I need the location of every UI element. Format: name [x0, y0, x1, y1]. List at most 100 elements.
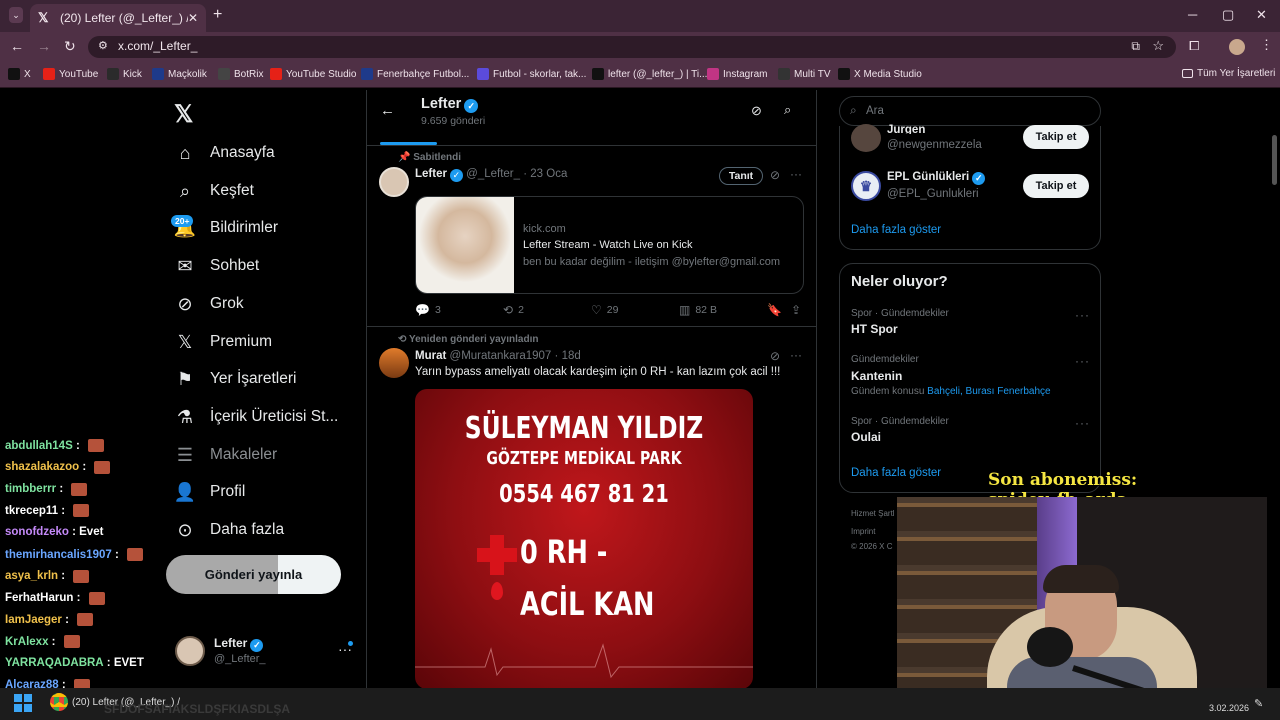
back-icon[interactable]: ← — [380, 102, 395, 119]
trend-more-icon[interactable]: ··· — [1075, 308, 1090, 322]
bookmark-item[interactable]: Fenerbahçe Futbol... — [361, 68, 469, 80]
search-icon[interactable]: ⌕ — [784, 102, 791, 118]
grok-explain-icon[interactable]: ⊘ — [770, 168, 780, 182]
share-action[interactable]: ⇪ — [791, 303, 806, 317]
follow-button[interactable]: Takip et — [1023, 174, 1089, 198]
youtube-icon — [43, 68, 55, 80]
nav-item-bookmark[interactable]: ⚑ Yer İşaretleri — [174, 368, 297, 390]
grok-icon[interactable]: ⊘ — [751, 103, 762, 119]
trend-name[interactable]: Oulai — [851, 430, 881, 444]
bookmark-item[interactable]: YouTube — [43, 68, 98, 80]
bookmark-item[interactable]: Multi TV — [778, 68, 831, 80]
bookmark-item[interactable]: X Media Studio — [838, 68, 922, 80]
nav-item-grok[interactable]: ⊘ Grok — [174, 293, 243, 315]
trend-name[interactable]: HT Spor — [851, 322, 898, 336]
profile-avatar[interactable] — [1229, 39, 1245, 55]
tab-close-icon[interactable]: ✕ — [188, 11, 198, 25]
search-box[interactable]: ⌕ Ara — [839, 96, 1101, 126]
show-more-link[interactable]: Daha fazla göster — [851, 467, 941, 479]
chat-separator: : — [103, 657, 114, 669]
all-bookmarks[interactable]: Tüm Yer İşaretleri — [1182, 68, 1275, 79]
nav-item-mail[interactable]: ✉ Sohbet — [174, 255, 259, 277]
trend-more-icon[interactable]: ··· — [1075, 354, 1090, 368]
promote-button[interactable]: Tanıt — [719, 167, 763, 185]
post-button[interactable]: Gönderi yayınla — [166, 555, 341, 594]
nav-item-more[interactable]: ⊙ Daha fazla — [174, 519, 284, 541]
chat-message: shazalakazoo : — [5, 460, 111, 474]
maximize-button[interactable]: ▢ — [1222, 7, 1234, 23]
bookmark-item[interactable]: lefter (@_lefter_) | Ti... — [592, 68, 707, 80]
forward-arrow-icon[interactable]: → — [37, 38, 51, 54]
bookmark-item[interactable]: Maçkolik — [152, 68, 207, 80]
chat-separator: : — [58, 504, 69, 517]
footer-imprint[interactable]: Imprint — [851, 527, 875, 536]
tweet-date[interactable]: · 23 Oca — [523, 168, 567, 180]
close-window-button[interactable]: ✕ — [1256, 7, 1267, 23]
trend-more-icon[interactable]: ··· — [1075, 416, 1090, 430]
epl-logo-icon[interactable]: ♛ — [851, 171, 881, 201]
bookmark-item[interactable]: Instagram — [707, 68, 767, 80]
trend-name[interactable]: Kantenin — [851, 369, 902, 383]
nav-item-flask[interactable]: ⚗ İçerik Üreticisi St... — [174, 406, 338, 428]
page-scrollbar[interactable] — [1272, 135, 1277, 185]
bookmark-item[interactable]: Futbol - skorlar, tak... — [477, 68, 586, 80]
bookmark-item[interactable]: BotRix — [218, 68, 263, 80]
site-info-icon[interactable]: ⚙ — [98, 39, 108, 52]
tweet-handle[interactable]: @Muratankara1907 — [450, 350, 552, 362]
tweet-more-icon[interactable]: ··· — [790, 348, 802, 362]
minimize-button[interactable]: ─ — [1188, 7, 1197, 22]
reload-icon[interactable]: ↻ — [64, 38, 76, 55]
bookmark-item[interactable]: Kick — [107, 68, 142, 80]
extensions-icon[interactable]: ⧠ — [1189, 38, 1199, 54]
views-action[interactable]: ▥ 82 B — [679, 303, 717, 317]
repost-action[interactable]: ⟲ 2 — [503, 303, 524, 317]
address-bar[interactable]: ⚙ x.com/_Lefter_ ⧉ ☆ — [88, 36, 1176, 58]
tweet-more-icon[interactable]: ··· — [790, 167, 802, 181]
link-card[interactable]: kick.com Lefter Stream - Watch Live on K… — [415, 196, 804, 294]
tweet-header: Murat @Muratankara1907 · 18d — [415, 350, 581, 362]
tab-search-button[interactable]: ⌄ — [9, 7, 23, 23]
bookmark-star-icon[interactable]: ☆ — [1152, 38, 1164, 54]
new-tab-button[interactable]: + — [213, 6, 222, 24]
follow-button[interactable]: Takip et — [1023, 125, 1089, 149]
x-logo-icon[interactable]: 𝕏 — [174, 100, 193, 129]
chat-message: FerhatHarun : — [5, 591, 105, 605]
folder-icon — [1182, 69, 1193, 78]
back-arrow-icon[interactable]: ← — [10, 38, 24, 54]
grok-explain-icon[interactable]: ⊘ — [770, 349, 780, 363]
install-app-icon[interactable]: ⧉ — [1131, 39, 1140, 54]
bookmark-item[interactable]: X — [8, 68, 31, 80]
bookmark-item[interactable]: YouTube Studio — [270, 68, 356, 80]
bookmark-action[interactable]: 🔖 — [767, 303, 787, 317]
reply-action[interactable]: 💬 3 — [415, 303, 441, 317]
overlay-ticker: SFDOFSAFIAKSLDŞFKIASDLŞA — [104, 702, 290, 716]
nav-item-person[interactable]: 👤 Profil — [174, 481, 246, 503]
nav-item-home[interactable]: ⌂ Anasayfa — [174, 142, 275, 164]
follow-name[interactable]: Jurgen — [887, 124, 925, 134]
follow-handle[interactable]: @EPL_Gunlukleri — [887, 188, 979, 200]
footer-terms[interactable]: Hizmet Şartl — [851, 509, 895, 518]
tweet-avatar[interactable] — [379, 348, 409, 378]
follow-handle[interactable]: @newgenmezzela — [887, 139, 982, 151]
like-action[interactable]: ♡ 29 — [591, 303, 618, 317]
trend-related-links[interactable]: Bahçeli, Burası Fenerbahçe — [927, 386, 1050, 397]
tweet-author[interactable]: Murat — [415, 350, 446, 362]
nav-item-article[interactable]: ☰ Makaleler — [174, 444, 277, 466]
show-more-link[interactable]: Daha fazla göster — [851, 224, 941, 236]
browser-menu-icon[interactable]: ⋮ — [1260, 37, 1273, 53]
tweet-author[interactable]: Lefter — [415, 168, 447, 180]
tweet-avatar[interactable] — [379, 167, 409, 197]
link-card-thumbnail — [416, 197, 514, 293]
notification-tray-icon[interactable]: ✎ — [1254, 697, 1263, 710]
tweet-handle[interactable]: @_Lefter_ — [466, 168, 520, 180]
account-avatar[interactable] — [175, 636, 205, 666]
chrome-icon[interactable] — [50, 693, 68, 711]
follow-avatar[interactable] — [851, 124, 881, 152]
browser-tab-active[interactable]: 𝕏 (20) Lefter (@_Lefter_) / X ✕ — [30, 4, 206, 32]
tweet-date[interactable]: · 18d — [555, 350, 581, 362]
windows-start-icon[interactable] — [14, 694, 32, 712]
tweet-image[interactable]: SÜLEYMAN YILDIZ GÖZTEPE MEDİKAL PARK 055… — [415, 389, 753, 689]
nav-item-search[interactable]: ⌕ Keşfet — [174, 180, 254, 202]
nav-item-x[interactable]: 𝕏 Premium — [174, 331, 272, 353]
follow-name[interactable]: EPL Günlükleri — [887, 171, 969, 183]
